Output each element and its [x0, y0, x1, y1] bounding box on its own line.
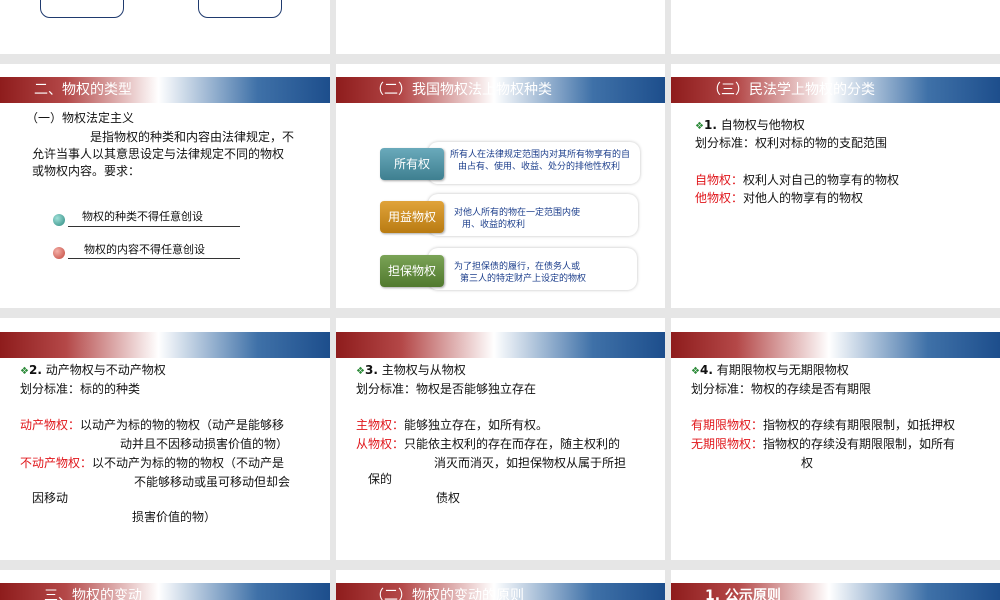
slide-r2-c3[interactable]: （三）民法学上物权的分类 ❖1. 自物权与他物权 划分标准：权利对标的物的支配范… — [671, 64, 1000, 308]
requirement-item: 物权的种类不得任意创设 — [82, 210, 203, 223]
usufruct-button[interactable]: 用益物权 — [380, 201, 444, 233]
division-standard: 划分标准：权利对标的物的支配范围 — [695, 136, 888, 150]
definition-continuation: 债权 — [436, 491, 461, 505]
slide-title: 三、物权的变动 — [44, 588, 142, 600]
diagram-box-right — [198, 0, 282, 18]
definition-continuation: 损害价值的物） — [132, 510, 217, 524]
division-standard: 划分标准：标的的种类 — [20, 382, 141, 396]
slide-r3-c2[interactable]: ❖3. 主物权与从物权 划分标准：物权是否能够独立存在 主物权：能够独立存在，如… — [336, 318, 665, 560]
slide-title-bar — [0, 332, 330, 358]
slide-title-bar: 三、物权的变动 — [0, 583, 330, 600]
slide-r3-c3[interactable]: ❖4. 有期限物权与无期限物权 划分标准：物权的存续是否有期限 有期限物权：指物… — [671, 318, 1000, 560]
definition-line: 自物权：权利人对自己的物享有的物权 — [695, 173, 900, 187]
underline — [68, 258, 240, 259]
kind-description: 为了担保债的履行，在债务人或 第三人的特定财产上设定的物权 — [428, 248, 637, 290]
definition-line: 动产物权：以动产为标的物的物权（动产是能够移 — [20, 418, 285, 432]
slide-r3-c1[interactable]: ❖2. 动产物权与不动产物权 划分标准：标的的种类 动产物权：以动产为标的物的物… — [0, 318, 330, 560]
diagram-box-left — [40, 0, 124, 18]
requirement-item: 物权的内容不得任意创设 — [84, 243, 205, 256]
definition-line: 主物权：能够独立存在，如所有权。 — [356, 418, 549, 432]
slide-title-bar: 二、物权的类型 — [0, 77, 330, 103]
slide-title-bar — [671, 332, 1000, 358]
definition-continuation: 消灭而消灭，如担保物权从属于所担 — [434, 456, 627, 470]
diamond-bullet-icon: ❖ — [691, 366, 700, 377]
classification-heading: ❖2. 动产物权与不动产物权 — [20, 363, 166, 377]
slide-r2-c1[interactable]: 二、物权的类型 （一）物权法定主义 是指物权的种类和内容由法律规定，不 允许当事… — [0, 64, 330, 308]
security-interest-button[interactable]: 担保物权 — [380, 255, 444, 287]
slide-title-bar: （二）我国物权法上物权种类 — [336, 77, 665, 103]
slide-title-bar: （三）民法学上物权的分类 — [671, 77, 1000, 103]
slide-r1-c1[interactable] — [0, 0, 330, 54]
division-standard: 划分标准：物权的存续是否有期限 — [691, 382, 872, 396]
definition-continuation: 动并且不因移动损害价值的物） — [120, 437, 289, 451]
diamond-bullet-icon: ❖ — [20, 366, 29, 377]
slide-title-bar — [336, 332, 665, 358]
definition-continuation: 保的 — [368, 472, 393, 486]
paragraph-line-1: 是指物权的种类和内容由法律规定，不 — [90, 130, 295, 144]
section-heading: （一）物权法定主义 — [26, 111, 135, 125]
definition-line: 从物权：只能依主权利的存在而存在，随主权利的 — [356, 437, 621, 451]
slide-title: （二）我国物权法上物权种类 — [370, 82, 552, 98]
slide-r4-c1[interactable]: 三、物权的变动 — [0, 570, 330, 600]
classification-heading: ❖4. 有期限物权与无期限物权 — [691, 363, 849, 377]
slide-title-bar: （二）物权的变动的原则 — [336, 583, 665, 600]
definition-line: 有期限物权：指物权的存续有期限限制，如抵押权 — [691, 418, 956, 432]
teal-bullet-icon — [53, 214, 65, 226]
classification-heading: ❖3. 主物权与从物权 — [356, 363, 466, 377]
ownership-button[interactable]: 所有权 — [380, 148, 444, 180]
slide-r1-c2[interactable] — [336, 0, 665, 54]
slide-r4-c3[interactable]: 1. 公示原则 — [671, 570, 1000, 600]
slide-r1-c3[interactable] — [671, 0, 1000, 54]
classification-heading: ❖1. 自物权与他物权 — [695, 118, 805, 132]
definition-line: 不动产物权：以不动产为标的物的物权（不动产是 — [20, 456, 285, 470]
slide-r4-c2[interactable]: （二）物权的变动的原则 — [336, 570, 665, 600]
definition-continuation: 不能够移动或虽可移动但却会 — [134, 475, 291, 489]
slide-title: （二）物权的变动的原则 — [370, 588, 524, 600]
paragraph-line-2: 允许当事人以其意思设定与法律规定不同的物权 — [32, 147, 285, 161]
slide-title: （三）民法学上物权的分类 — [707, 82, 875, 98]
slide-title: 二、物权的类型 — [34, 82, 132, 98]
underline — [68, 226, 240, 227]
slide-r2-c2[interactable]: （二）我国物权法上物权种类 所有人在法律规定范围内对其所有物享有的自 由占有、使… — [336, 64, 665, 308]
diamond-bullet-icon: ❖ — [356, 366, 365, 377]
definition-continuation: 权 — [801, 456, 814, 470]
definition-continuation: 因移动 — [32, 491, 69, 505]
slide-title-bar: 1. 公示原则 — [671, 583, 1000, 600]
kind-description: 对他人所有的物在一定范围内使 用、收益的权利 — [428, 194, 638, 236]
definition-line: 无期限物权：指物权的存续没有期限限制，如所有 — [691, 437, 956, 451]
definition-line: 他物权：对他人的物享有的物权 — [695, 191, 864, 205]
paragraph-line-3: 或物权内容。要求： — [32, 164, 141, 178]
kind-description: 所有人在法律规定范围内对其所有物享有的自 由占有、使用、收益、处分的排他性权利 — [428, 142, 640, 184]
division-standard: 划分标准：物权是否能够独立存在 — [356, 382, 537, 396]
red-bullet-icon — [53, 247, 65, 259]
diamond-bullet-icon: ❖ — [695, 121, 704, 132]
slide-title: 1. 公示原则 — [705, 588, 781, 600]
